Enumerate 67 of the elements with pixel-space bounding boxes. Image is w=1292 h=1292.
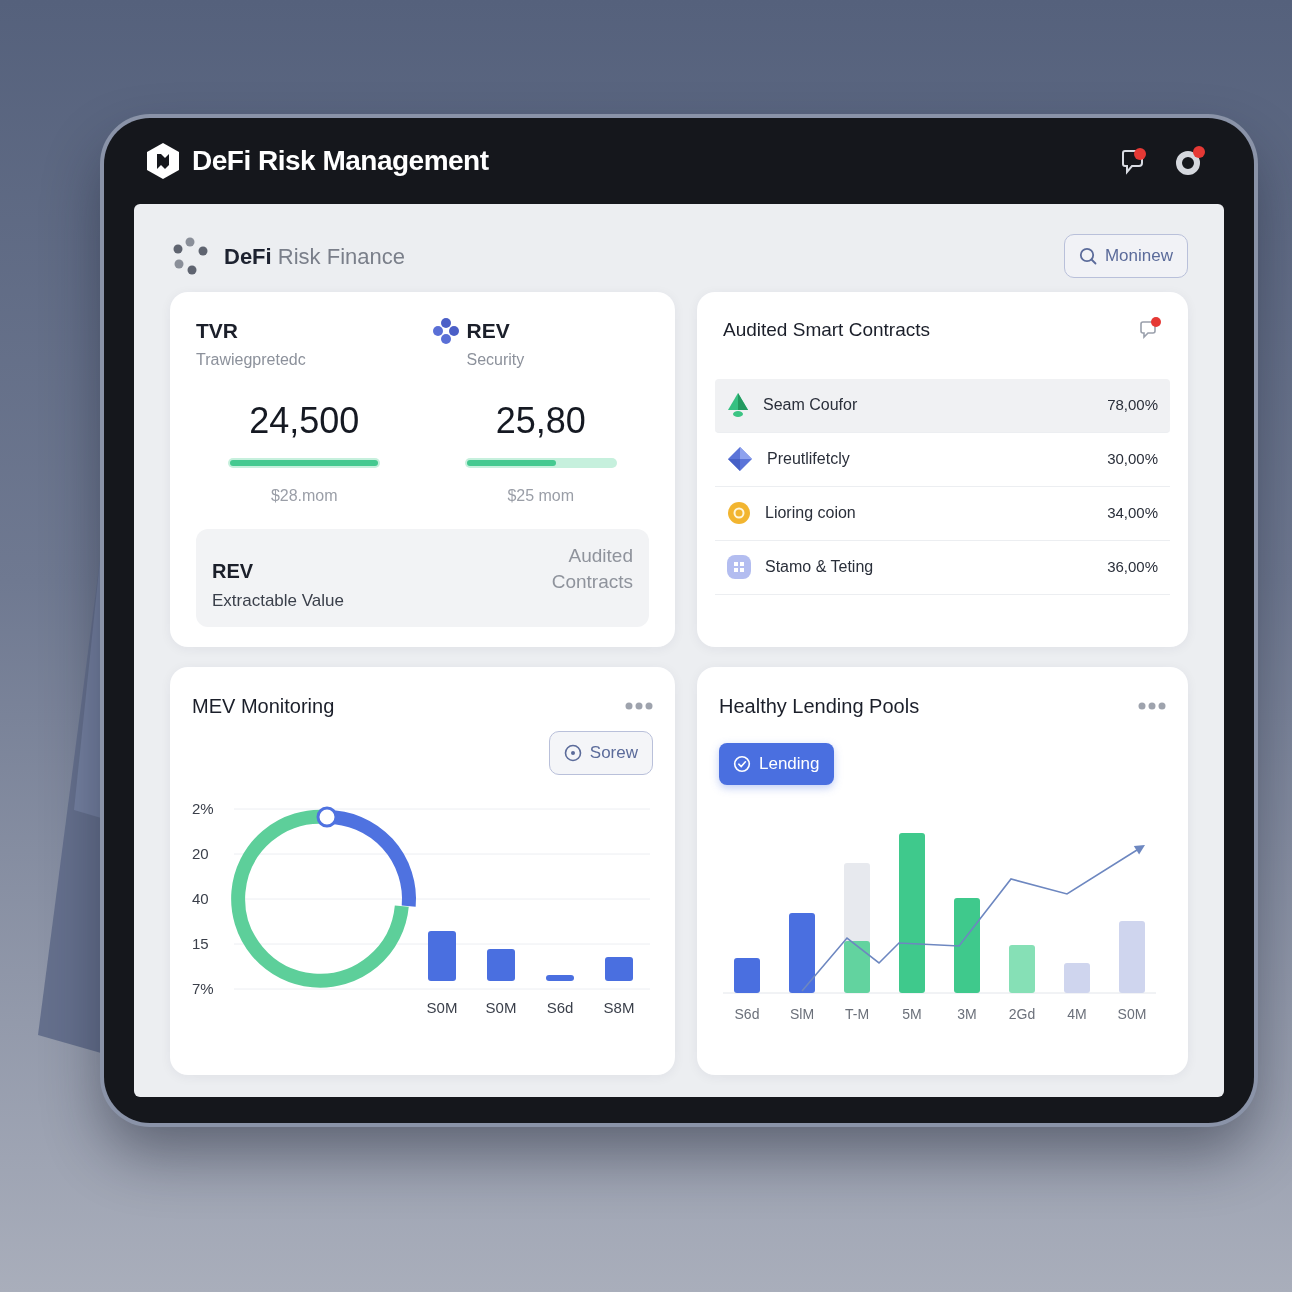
metric-note: $28.mom [270,486,338,506]
axis-label: SlM [789,1006,815,1022]
ring-handle-icon [316,806,338,828]
contract-share: 34,00% [1107,502,1158,523]
metric-value: 25,80 [495,399,586,443]
axis-label: S0M [485,999,517,1016]
check-circle-icon [733,755,751,773]
coin-icon [727,501,751,525]
card-title: Audited Smart Contracts [723,318,930,342]
contract-row[interactable]: Seam Coufor 78,00% [715,378,1170,433]
tree-icon [727,392,749,418]
chart-bar [546,975,574,981]
metric-title: REV [466,318,511,344]
app-title: DeFi Risk Management [192,144,489,178]
chart-bar [1119,921,1145,993]
tile-icon [727,555,751,579]
axis-label: 40 [192,890,209,907]
axis-label: S6d [546,999,574,1016]
contract-share: 78,00% [1107,394,1158,415]
axis-label: S8M [603,999,635,1016]
sorew-button[interactable]: Sorew [548,731,653,775]
chart-bar [605,957,633,981]
chart-bar [1009,945,1035,993]
contract-name: Lioring coion [765,503,856,523]
axis-label: S6d [734,1006,760,1022]
four-dot-icon [432,318,459,344]
summary-title: REV [212,558,255,584]
metric-subtitle: Trawiegpretedc [196,350,306,370]
metric-title: TVR [196,318,239,344]
axis-label: 3M [957,1006,977,1022]
chart-bar [1064,963,1090,993]
metric-value: 24,500 [249,399,360,443]
axis-label: 15 [192,935,209,952]
card-title: MEV Monitoring [192,694,335,719]
axis-label: S0M [426,999,458,1016]
metric-subtitle: Security [466,350,525,370]
axis-label: T-M [844,1006,870,1022]
search-icon [1078,247,1097,265]
brand-name: DeFi Risk Finance [224,242,405,271]
chart-bar [428,931,456,981]
contract-share: 36,00% [1107,556,1158,577]
card-title: Healthy Lending Pools [719,694,920,719]
summary-subtitle: Extractable Value [212,589,344,612]
summary-note: Audited Contracts [550,544,633,594]
chart-bar [487,949,515,981]
metric-note: $25 mom [507,486,575,506]
contract-share: 30,00% [1107,448,1158,469]
lending-button[interactable]: Lending [719,743,834,785]
gem-icon [727,446,753,472]
chat-bubble-icon[interactable] [1122,146,1148,176]
axis-label: 2% [192,800,214,817]
target-icon [563,744,582,762]
contract-name: Seam Coufor [763,395,858,415]
ring-icon[interactable] [1174,145,1206,177]
axis-label: 5M [902,1006,922,1022]
contract-name: Preutlifetcly [767,449,850,469]
axis-label: 20 [192,845,209,862]
more-options-icon[interactable] [1138,702,1166,710]
hexagon-logo-icon [146,142,180,180]
contract-name: Stamo & Teting [765,557,874,577]
more-options-icon[interactable] [625,702,653,710]
monitor-button[interactable]: Moninew [1063,234,1188,278]
axis-label: 2Gd [1008,1006,1036,1022]
axis-label: 4M [1067,1006,1087,1022]
axis-label: S0M [1117,1006,1147,1022]
chart-bar [734,958,760,993]
axis-label: 7% [192,980,214,997]
